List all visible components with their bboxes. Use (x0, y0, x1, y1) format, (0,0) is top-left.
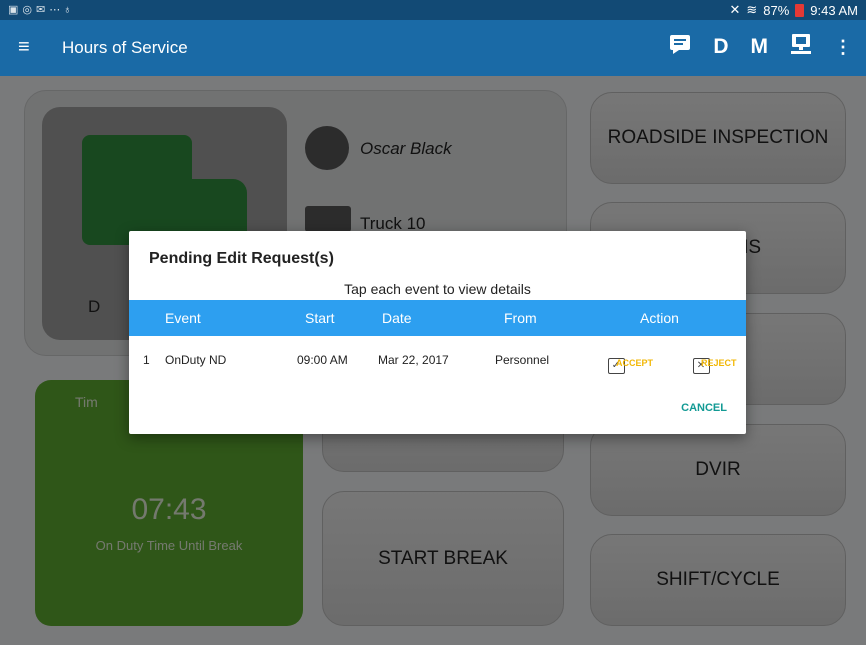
row-event: OnDuty ND (165, 353, 227, 367)
wifi-icon: ≋ (746, 2, 758, 17)
hamburger-menu-icon[interactable]: ≡ (18, 36, 30, 59)
app-bar: ≡ Hours of Service D M ⋮ (0, 20, 866, 76)
messages-icon[interactable] (669, 34, 691, 60)
status-bar: ▣ ◎ ✉ ⋯ ♁ ✕ ≋ 87% 9:43 AM (0, 0, 866, 20)
status-left-icons: ▣ ◎ ✉ ⋯ ♁ (8, 3, 72, 16)
device-icon[interactable] (790, 33, 812, 61)
battery-icon (795, 3, 805, 17)
battery-percent: 87% (763, 2, 790, 18)
driver-m-button[interactable]: M (751, 35, 769, 59)
column-header-start: Start (305, 310, 335, 326)
column-header-event: Event (165, 310, 201, 326)
more-vert-icon[interactable]: ⋮ (834, 37, 852, 58)
driver-d-button[interactable]: D (713, 35, 728, 59)
column-header-from: From (504, 310, 537, 326)
column-header-date: Date (382, 310, 412, 326)
page-title: Hours of Service (62, 38, 188, 57)
table-header: Event Start Date From Action (129, 300, 746, 336)
row-date: Mar 22, 2017 (378, 353, 449, 367)
row-start: 09:00 AM (297, 353, 348, 367)
mail-icon: ✉ (36, 4, 46, 16)
clock: 9:43 AM (810, 2, 858, 18)
reject-label: REJECT (701, 358, 737, 368)
reject-button[interactable]: ✕ REJECT (674, 341, 737, 374)
dialog-title: Pending Edit Request(s) (149, 250, 334, 267)
app-bar-actions: D M ⋮ (669, 33, 852, 61)
tracking-icon: ◎ (22, 4, 33, 16)
usb-icon: ⋯ ♁ (49, 4, 72, 16)
status-right: ✕ ≋ 87% 9:43 AM (729, 2, 858, 18)
column-header-action: Action (640, 310, 679, 326)
gallery-icon: ▣ (8, 4, 19, 16)
row-index: 1 (143, 353, 150, 367)
accept-label: ACCEPT (616, 358, 654, 368)
table-row[interactable]: 1 OnDuty ND 09:00 AM Mar 22, 2017 Person… (129, 336, 746, 386)
pending-edit-dialog: Pending Edit Request(s) Tap each event t… (129, 231, 746, 434)
accept-button[interactable]: ✓ ACCEPT (589, 341, 653, 374)
row-from: Personnel (495, 353, 550, 367)
signal-icon: ✕ (729, 2, 741, 17)
cancel-button[interactable]: CANCEL (681, 402, 727, 414)
dialog-subtitle: Tap each event to view details (344, 281, 531, 297)
